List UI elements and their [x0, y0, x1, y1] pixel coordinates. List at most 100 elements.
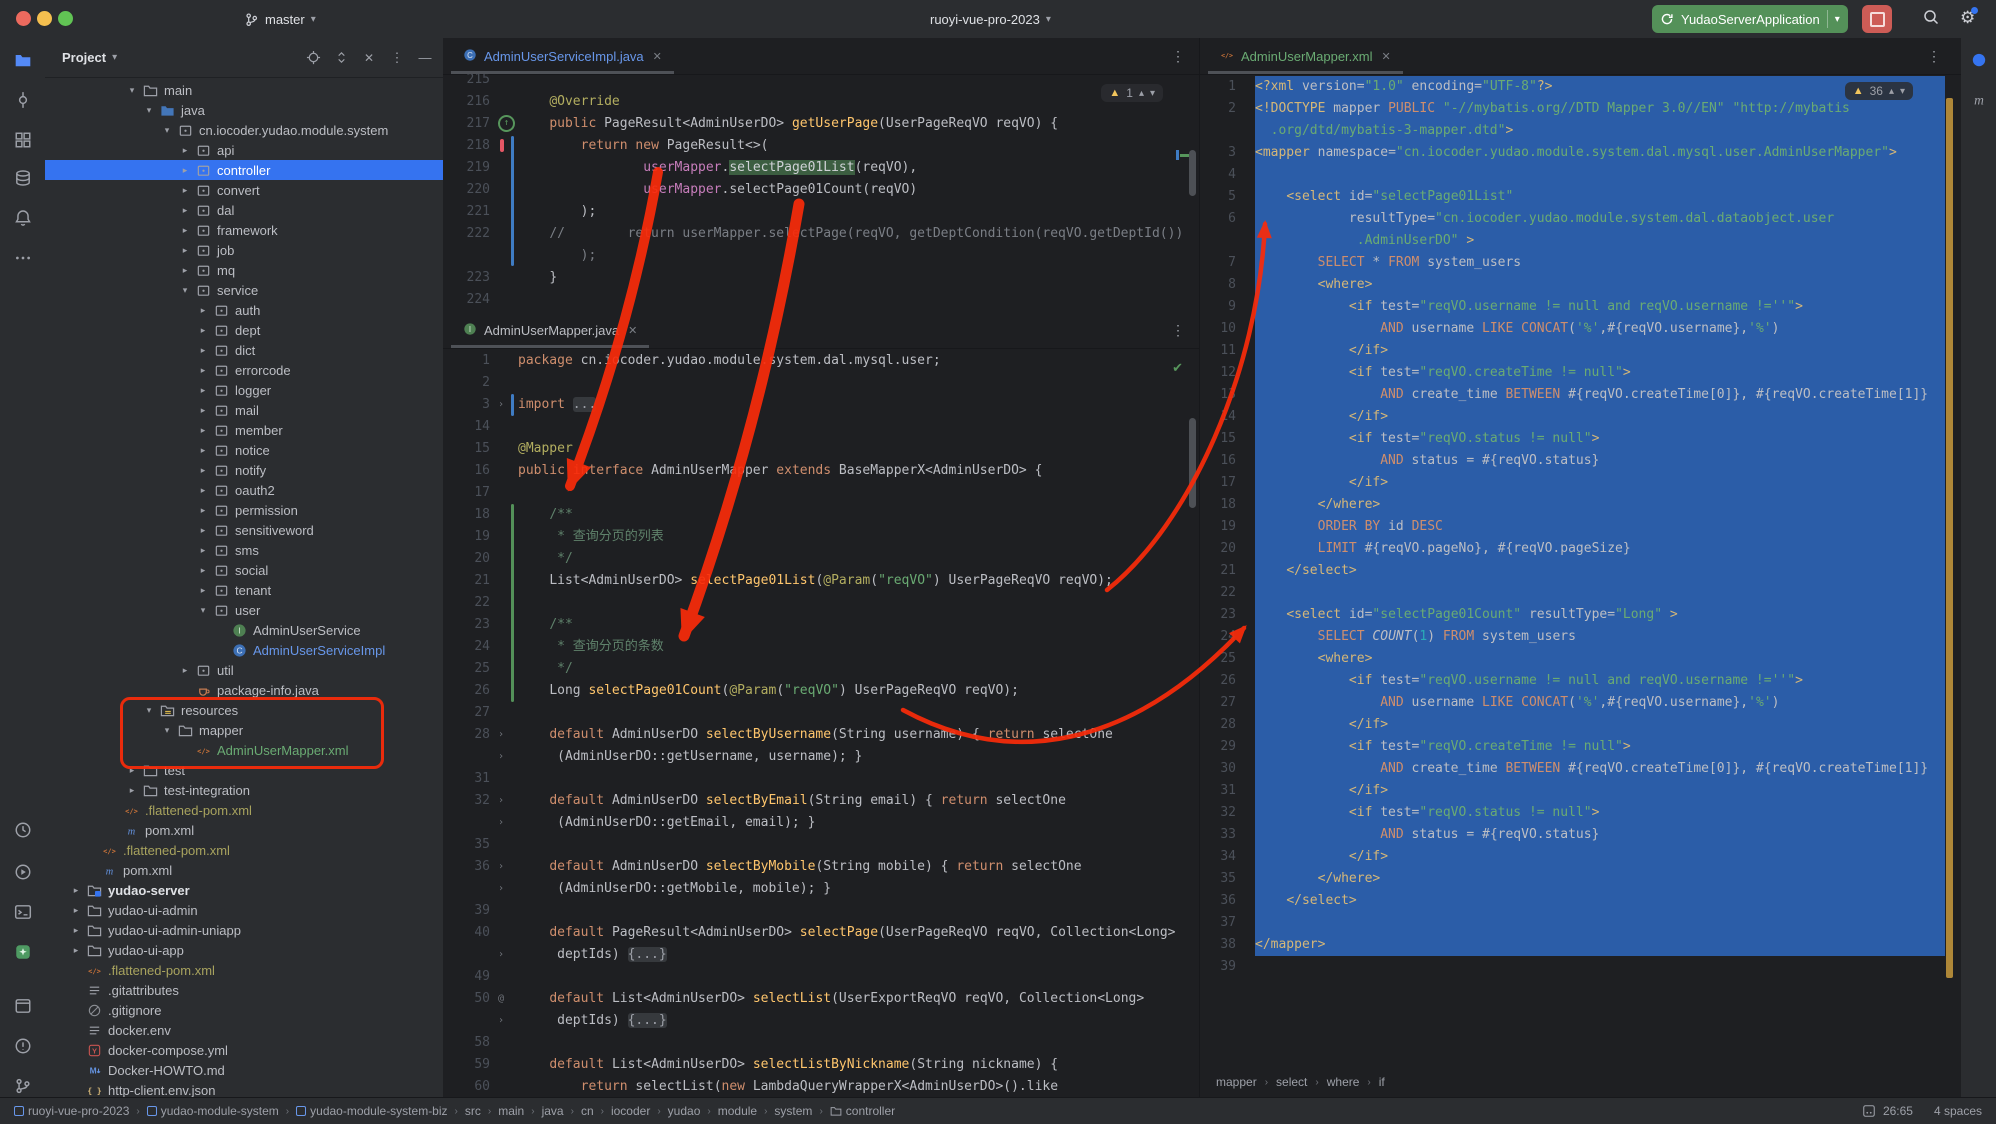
tab-adminusermapper-java[interactable]: I AdminUserMapper.java ✕ [451, 312, 649, 348]
tree-item--flattened-pom-xml[interactable]: </>.flattened-pom.xml [45, 840, 443, 860]
close-icon[interactable]: ✕ [361, 50, 377, 66]
tree-item-tenant[interactable]: ▸tenant [45, 580, 443, 600]
tree-chevron-icon[interactable]: ▸ [176, 265, 194, 276]
tree-item-http-client-env-json[interactable]: { }http-client.env.json [45, 1080, 443, 1097]
tree-chevron-icon[interactable]: ▸ [176, 185, 194, 196]
structure-icon[interactable] [13, 130, 33, 150]
breadcrumb-if[interactable]: if [1379, 1075, 1385, 1089]
expand-collapse-icon[interactable] [333, 50, 349, 66]
tree-item-job[interactable]: ▸job [45, 240, 443, 260]
no-problems-checkmark-icon[interactable]: ✔ [1172, 360, 1183, 376]
status-path-module[interactable]: module [718, 1104, 757, 1118]
tree-item-api[interactable]: ▸api [45, 140, 443, 160]
stop-button[interactable] [1862, 5, 1892, 33]
tree-chevron-icon[interactable]: ▾ [123, 85, 141, 96]
tree-chevron-icon[interactable]: ▸ [194, 525, 212, 536]
version-control-icon[interactable] [13, 1076, 33, 1096]
tree-item-yudao-server[interactable]: ▸yudao-server [45, 880, 443, 900]
vcs-icon[interactable] [13, 90, 33, 110]
tree-chevron-icon[interactable]: ▸ [176, 665, 194, 676]
scrollbar-thumb[interactable] [1189, 150, 1196, 196]
editor-adminuserserviceimpl[interactable]: 215216 @Override217↑ public PageResult<A… [443, 74, 1199, 312]
project-tree[interactable]: ▾main▾java▾cn.iocoder.yudao.module.syste… [45, 77, 443, 1097]
scrollbar-thumb[interactable] [1189, 418, 1196, 508]
tree-item-docker-compose-yml[interactable]: Ydocker-compose.yml [45, 1040, 443, 1060]
chevron-up-icon[interactable]: ▴ [1889, 86, 1894, 97]
tab-adminuserserviceimpl-java[interactable]: C AdminUserServiceImpl.java ✕ [451, 38, 674, 74]
tree-item-notify[interactable]: ▸notify [45, 460, 443, 480]
tree-item-member[interactable]: ▸member [45, 420, 443, 440]
tree-chevron-icon[interactable]: ▸ [194, 405, 212, 416]
tree-chevron-icon[interactable]: ▸ [194, 585, 212, 596]
tree-item-mq[interactable]: ▸mq [45, 260, 443, 280]
history-icon[interactable] [13, 820, 33, 840]
tree-chevron-icon[interactable]: ▸ [194, 345, 212, 356]
status-path-yudao[interactable]: yudao [668, 1104, 701, 1118]
tree-item-sms[interactable]: ▸sms [45, 540, 443, 560]
status-path-iocoder[interactable]: iocoder [611, 1104, 650, 1118]
tree-chevron-icon[interactable]: ▸ [194, 505, 212, 516]
tree-item-service[interactable]: ▾service [45, 280, 443, 300]
more-icon[interactable] [13, 248, 33, 268]
tree-item-controller[interactable]: ▸controller [45, 160, 443, 180]
run-icon[interactable] [13, 862, 33, 882]
tree-item-test-integration[interactable]: ▸test-integration [45, 780, 443, 800]
tree-chevron-icon[interactable]: ▸ [194, 565, 212, 576]
terminal-icon[interactable] [13, 902, 33, 922]
chevron-up-icon[interactable]: ▴ [1139, 88, 1144, 99]
tree-item-pom-xml[interactable]: mpom.xml [45, 860, 443, 880]
tree-chevron-icon[interactable]: ▾ [194, 605, 212, 616]
close-icon[interactable]: ✕ [653, 50, 662, 63]
tree-item-notice[interactable]: ▸notice [45, 440, 443, 460]
tree-chevron-icon[interactable]: ▾ [140, 105, 158, 116]
tree-chevron-icon[interactable]: ▸ [67, 925, 85, 936]
tab-adminusermapper-xml[interactable]: </> AdminUserMapper.xml ✕ [1208, 38, 1403, 74]
chevron-down-icon[interactable]: ▾ [1150, 88, 1155, 99]
status-path-cn[interactable]: cn [581, 1104, 594, 1118]
tree-item-dept[interactable]: ▸dept [45, 320, 443, 340]
editor-adminusermapper-java[interactable]: 1package cn.iocoder.yudao.module.system.… [443, 348, 1199, 1097]
tree-item-adminuserserviceimpl[interactable]: CAdminUserServiceImpl [45, 640, 443, 660]
tree-item-social[interactable]: ▸social [45, 560, 443, 580]
tree-item--gitignore[interactable]: .gitignore [45, 1000, 443, 1020]
inspections-widget-xml[interactable]: ▲ 36 ▴ ▾ [1845, 82, 1913, 100]
tree-item-auth[interactable]: ▸auth [45, 300, 443, 320]
project-icon[interactable] [13, 50, 33, 70]
tree-item-yudao-ui-admin-uniapp[interactable]: ▸yudao-ui-admin-uniapp [45, 920, 443, 940]
tree-item-framework[interactable]: ▸framework [45, 220, 443, 240]
tree-item-yudao-ui-app[interactable]: ▸yudao-ui-app [45, 940, 443, 960]
status-path-java[interactable]: java [542, 1104, 564, 1118]
tree-item-yudao-ui-admin[interactable]: ▸yudao-ui-admin [45, 900, 443, 920]
hide-icon[interactable]: — [417, 50, 433, 66]
tree-item-oauth2[interactable]: ▸oauth2 [45, 480, 443, 500]
tree-item-errorcode[interactable]: ▸errorcode [45, 360, 443, 380]
project-header-title[interactable]: Project [62, 50, 106, 65]
tree-chevron-icon[interactable]: ▸ [194, 305, 212, 316]
tree-chevron-icon[interactable]: ▸ [67, 945, 85, 956]
tree-chevron-icon[interactable]: ▸ [194, 485, 212, 496]
close-window-button[interactable] [16, 11, 31, 26]
tree-item--flattened-pom-xml[interactable]: </>.flattened-pom.xml [45, 960, 443, 980]
tree-item-logger[interactable]: ▸logger [45, 380, 443, 400]
status-path-yudao-module-system-biz[interactable]: yudao-module-system-biz [296, 1104, 447, 1118]
cursor-position[interactable]: 26:65 [1883, 1104, 1913, 1118]
tree-chevron-icon[interactable]: ▸ [194, 545, 212, 556]
tree-chevron-icon[interactable]: ▸ [176, 145, 194, 156]
close-icon[interactable]: ✕ [628, 324, 637, 337]
chevron-down-icon[interactable]: ▾ [1900, 86, 1905, 97]
tree-item-sensitiveword[interactable]: ▸sensitiveword [45, 520, 443, 540]
status-path-system[interactable]: system [774, 1104, 812, 1118]
status-path-ruoyi-vue-pro-2023[interactable]: ruoyi-vue-pro-2023 [14, 1104, 129, 1118]
tree-item-pom-xml[interactable]: mpom.xml [45, 820, 443, 840]
run-configuration-button[interactable]: YudaoServerApplication ▾ [1652, 5, 1848, 33]
tree-chevron-icon[interactable]: ▸ [194, 445, 212, 456]
database-icon[interactable] [13, 168, 33, 188]
tree-chevron-icon[interactable]: ▸ [194, 385, 212, 396]
search-everywhere-button[interactable] [1922, 8, 1940, 29]
settings-button[interactable]: ⚙ [1960, 8, 1975, 28]
git-branch-widget[interactable]: master ▾ [244, 0, 316, 38]
inspections-widget-top[interactable]: ▲ 1 ▴ ▾ [1101, 84, 1163, 102]
tree-item--flattened-pom-xml[interactable]: </>.flattened-pom.xml [45, 800, 443, 820]
tree-chevron-icon[interactable]: ▾ [158, 125, 176, 136]
tree-chevron-icon[interactable]: ▸ [67, 905, 85, 916]
